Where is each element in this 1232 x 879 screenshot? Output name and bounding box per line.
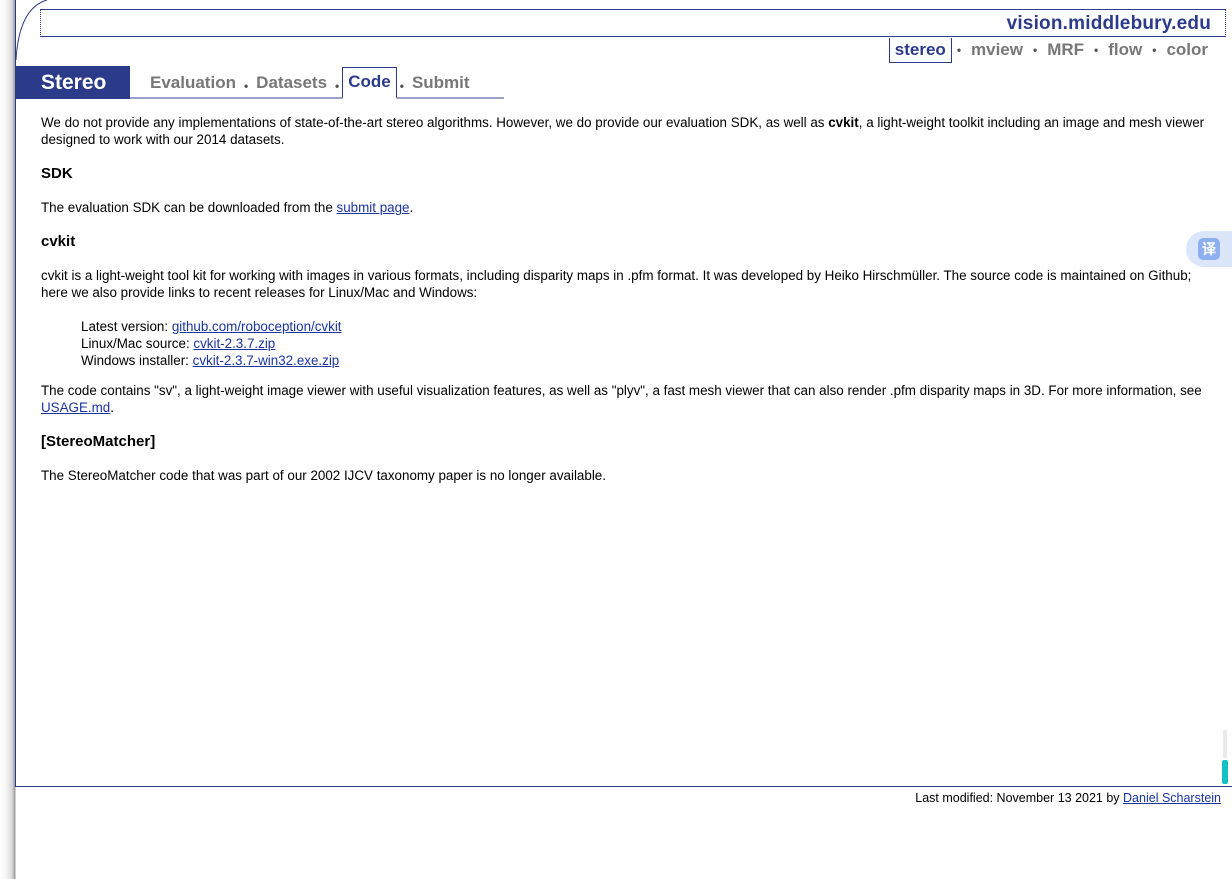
- scrollbar-track: [1223, 730, 1227, 758]
- code-text: The code contains "sv", a light-weight i…: [41, 383, 1202, 398]
- intro-paragraph: We do not provide any implementations of…: [41, 114, 1216, 148]
- footer: Last modified: November 13 2021 by Danie…: [915, 791, 1221, 805]
- windows-installer-link[interactable]: cvkit-2.3.7-win32.exe.zip: [193, 353, 340, 368]
- code-paragraph: The code contains "sv", a light-weight i…: [41, 382, 1216, 416]
- nav-separator: •: [399, 79, 404, 93]
- intro-cvkit-bold: cvkit: [828, 115, 859, 130]
- intro-text: We do not provide any implementations of…: [41, 115, 829, 130]
- nav-separator: •: [956, 43, 962, 57]
- tab-datasets[interactable]: Datasets: [251, 70, 332, 97]
- submit-page-link[interactable]: submit page: [337, 200, 410, 215]
- tab-code[interactable]: Code: [342, 67, 397, 99]
- section-tabs: Evaluation • Datasets • Code • Submit: [130, 67, 504, 99]
- scrollbar-thumb[interactable]: [1222, 760, 1228, 784]
- site-nav-mrf[interactable]: MRF: [1042, 38, 1089, 62]
- site-nav-stereo[interactable]: stereo: [888, 37, 952, 63]
- sdk-text-end: .: [409, 200, 414, 215]
- sdk-heading: SDK: [41, 165, 73, 182]
- sdk-paragraph: The evaluation SDK can be downloaded fro…: [41, 199, 1216, 216]
- stereomatcher-heading: [StereoMatcher]: [41, 433, 156, 450]
- windows-label: Windows installer:: [81, 353, 193, 368]
- section-title: Stereo: [16, 66, 130, 99]
- usage-md-link[interactable]: USAGE.md: [41, 400, 110, 415]
- nav-separator: •: [243, 79, 249, 93]
- source-zip-link[interactable]: cvkit-2.3.7.zip: [193, 336, 275, 351]
- sdk-text: The evaluation SDK can be downloaded fro…: [41, 200, 337, 215]
- author-link[interactable]: Daniel Scharstein: [1123, 791, 1221, 805]
- windows-row: Windows installer: cvkit-2.3.7-win32.exe…: [81, 352, 1216, 369]
- site-nav-color[interactable]: color: [1161, 38, 1213, 62]
- nav-separator: •: [1094, 43, 1099, 57]
- latest-version-row: Latest version: github.com/roboception/c…: [81, 318, 1216, 335]
- page-left-shadow: [0, 0, 16, 879]
- main-content: We do not provide any implementations of…: [41, 114, 1216, 501]
- tab-evaluation[interactable]: Evaluation: [145, 70, 241, 97]
- code-text-end: .: [110, 400, 114, 415]
- latest-version-label: Latest version:: [81, 319, 172, 334]
- last-modified-text: Last modified: November 13 2021 by: [915, 791, 1124, 805]
- translate-button[interactable]: 译: [1186, 231, 1232, 267]
- site-nav: stereo • mview • MRF • flow • color: [888, 37, 1213, 63]
- github-link[interactable]: github.com/roboception/cvkit: [172, 319, 342, 334]
- site-title-link[interactable]: vision.middlebury.edu: [1007, 13, 1211, 35]
- stereomatcher-paragraph: The StereoMatcher code that was part of …: [41, 468, 606, 483]
- cvkit-paragraph: cvkit is a light-weight tool kit for wor…: [41, 268, 1192, 300]
- nav-separator: •: [335, 79, 340, 93]
- nav-separator: •: [1152, 43, 1157, 57]
- source-row: Linux/Mac source: cvkit-2.3.7.zip: [81, 335, 1216, 352]
- download-links: Latest version: github.com/roboception/c…: [81, 318, 1216, 369]
- site-nav-mview[interactable]: mview: [966, 38, 1028, 62]
- cvkit-heading: cvkit: [41, 233, 76, 250]
- translate-icon: 译: [1198, 238, 1220, 260]
- site-banner: vision.middlebury.edu: [40, 9, 1226, 37]
- nav-separator: •: [1033, 43, 1038, 57]
- site-nav-flow[interactable]: flow: [1103, 38, 1147, 62]
- source-label: Linux/Mac source:: [81, 336, 194, 351]
- tab-submit[interactable]: Submit: [407, 70, 475, 97]
